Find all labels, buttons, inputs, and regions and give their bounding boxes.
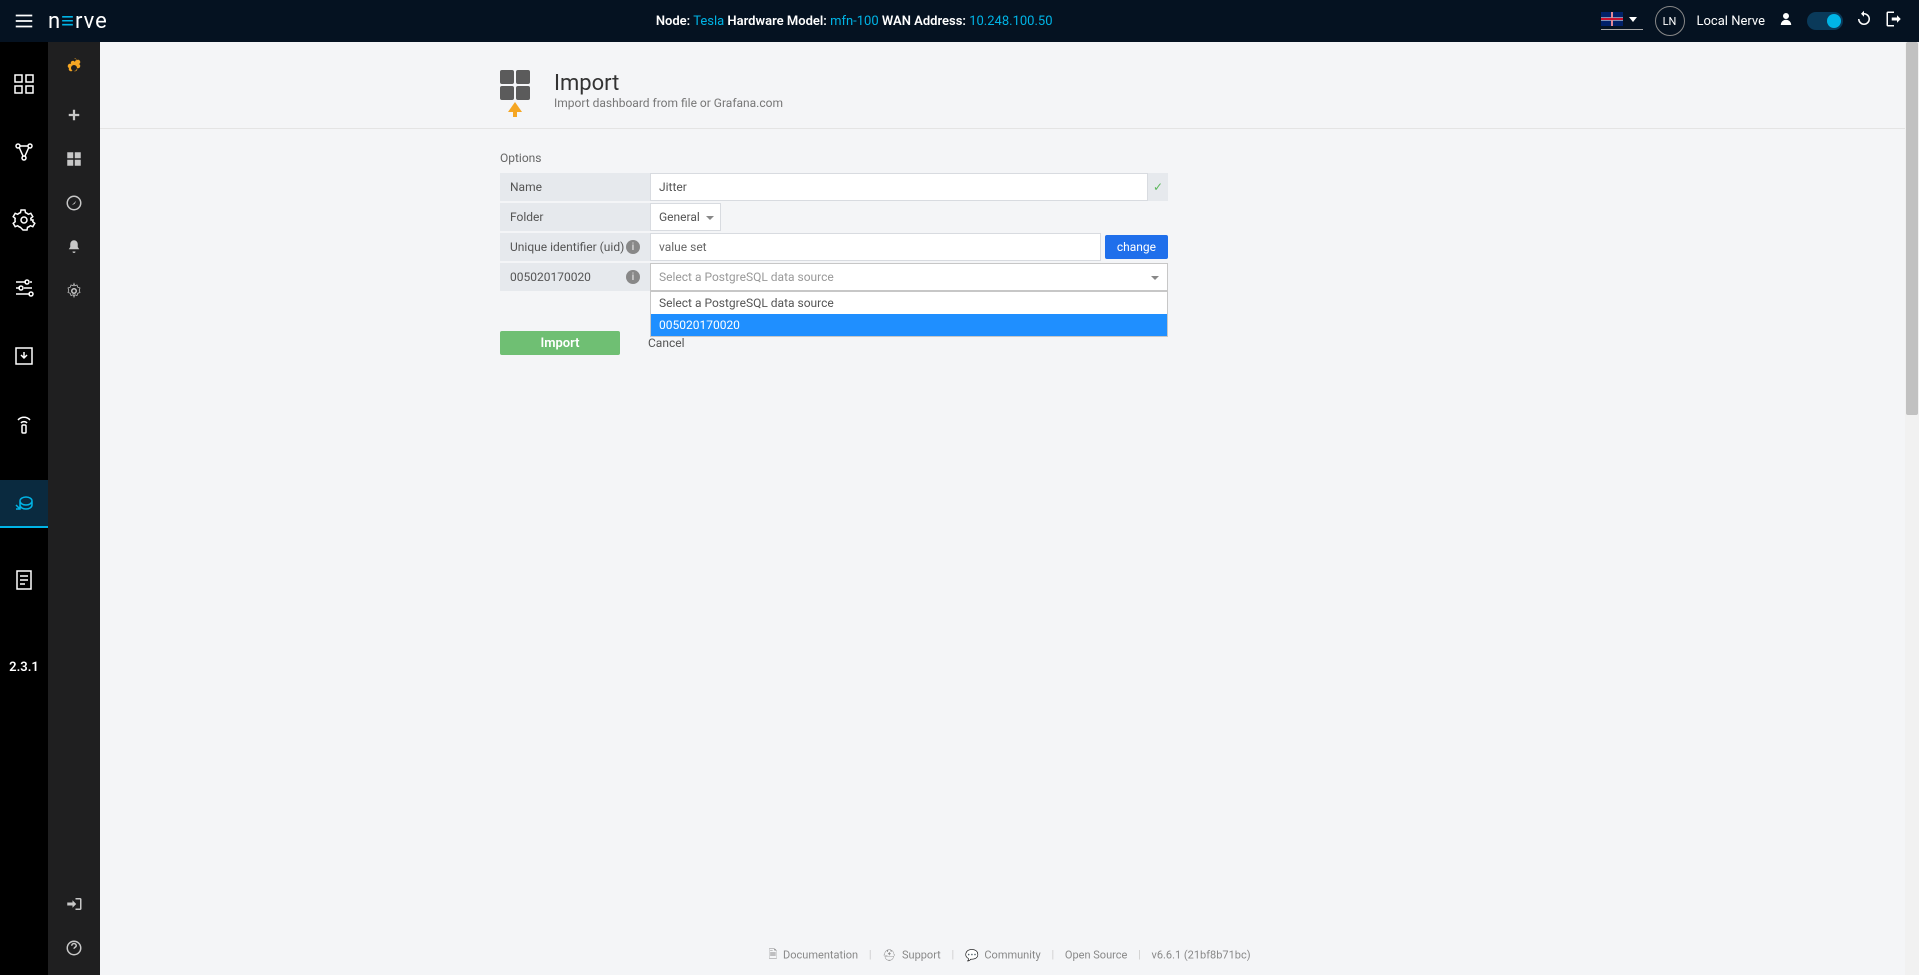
scrollbar[interactable] [1905, 42, 1919, 975]
brand-logo: n≡rve [48, 8, 108, 34]
theme-toggle[interactable] [1807, 12, 1843, 30]
name-input[interactable] [650, 173, 1148, 201]
nav-data-icon[interactable] [0, 480, 48, 528]
grafana-add-icon[interactable] [65, 106, 83, 128]
nav-sliders-icon[interactable] [12, 276, 36, 304]
chevron-down-icon [1151, 276, 1159, 280]
name-label: Name [500, 173, 650, 201]
node-value: Tesla [693, 14, 724, 29]
page-title: Import [554, 71, 783, 96]
datasource-option[interactable]: 005020170020 [651, 314, 1167, 336]
datasource-dropdown: Select a PostgreSQL data source 00502017… [650, 291, 1168, 337]
datasource-label-text: 005020170020 [510, 270, 591, 284]
name-valid-icon: ✓ [1148, 173, 1168, 201]
footer-opensource-link[interactable]: Open Source [1065, 948, 1127, 961]
nav-document-icon[interactable] [12, 568, 36, 596]
nav-remote-icon[interactable] [12, 412, 36, 440]
footer-docs-link[interactable]: Documentation [783, 948, 858, 961]
nav-settings-icon[interactable] [12, 208, 36, 236]
options-section-label: Options [500, 151, 1168, 165]
primary-nav: 2.3.1 [0, 42, 48, 975]
grafana-dashboards-icon[interactable] [65, 150, 83, 172]
topbar: n≡rve Node: Tesla Hardware Model: mfn-10… [0, 0, 1919, 42]
content: Import Import dashboard from file or Gra… [100, 42, 1919, 355]
grafana-explore-icon[interactable] [65, 194, 83, 216]
flag-uk-icon [1601, 12, 1623, 26]
import-form: Options Name ✓ Folder General Unique ide… [500, 129, 1168, 355]
uid-value: value set [650, 233, 1101, 261]
refresh-icon[interactable] [1855, 10, 1873, 32]
datasource-select[interactable]: Select a PostgreSQL data source [650, 263, 1168, 291]
footer-support-link[interactable]: Support [902, 948, 941, 961]
user-icon[interactable] [1777, 10, 1795, 32]
uid-label-text: Unique identifier (uid) [510, 240, 624, 254]
uid-label: Unique identifier (uid) i [500, 233, 650, 261]
grafana-signin-icon[interactable] [65, 895, 83, 917]
datasource-option[interactable]: Select a PostgreSQL data source [651, 292, 1167, 314]
footer-community-link[interactable]: Community [984, 948, 1040, 961]
uid-row: Unique identifier (uid) i value set chan… [500, 233, 1168, 261]
folder-select[interactable]: General [650, 203, 721, 231]
footer: 🗎 Documentation | ⛑ Support | 💬 Communit… [100, 946, 1919, 965]
scrollbar-thumb[interactable] [1906, 42, 1918, 415]
info-icon[interactable]: i [626, 270, 640, 284]
user-initials-badge[interactable]: LN [1655, 6, 1685, 36]
wan-label: WAN Address: [882, 14, 966, 29]
folder-label: Folder [500, 203, 650, 231]
datasource-row: 005020170020 i Select a PostgreSQL data … [500, 263, 1168, 291]
page-subtitle: Import dashboard from file or Grafana.co… [554, 96, 783, 110]
nav-download-icon[interactable] [12, 344, 36, 372]
logout-icon[interactable] [1885, 10, 1903, 32]
footer-version: v6.6.1 (21bf8b71bc) [1152, 948, 1251, 961]
grafana-gear-icon[interactable] [65, 282, 83, 304]
hw-label: Hardware Model: [727, 14, 826, 29]
page-header: Import Import dashboard from file or Gra… [500, 42, 1200, 128]
community-icon: 💬 [965, 949, 979, 962]
wan-value: 10.248.100.50 [969, 14, 1052, 29]
chevron-down-icon [1629, 17, 1637, 22]
node-label: Node: [656, 14, 690, 29]
chevron-down-icon [706, 216, 714, 220]
datasource-placeholder: Select a PostgreSQL data source [659, 270, 834, 284]
cancel-link[interactable]: Cancel [648, 336, 685, 350]
topbar-info: Node: Tesla Hardware Model: mfn-100 WAN … [108, 14, 1601, 29]
nav-dashboard-icon[interactable] [12, 72, 36, 100]
grafana-alert-icon[interactable] [65, 238, 83, 260]
folder-value: General [659, 210, 700, 224]
grafana-help-icon[interactable] [65, 939, 83, 961]
grafana-nav [48, 42, 100, 975]
import-page-icon [500, 70, 540, 110]
import-button[interactable]: Import [500, 331, 620, 355]
hw-value: mfn-100 [830, 14, 879, 29]
version-label: 2.3.1 [9, 660, 39, 675]
change-button[interactable]: change [1105, 235, 1168, 259]
name-row: Name ✓ [500, 173, 1168, 201]
info-icon[interactable]: i [626, 240, 640, 254]
grafana-logo-icon[interactable] [62, 56, 86, 84]
doc-icon: 🗎 [768, 946, 777, 965]
language-selector[interactable] [1601, 12, 1643, 30]
nav-network-icon[interactable] [12, 140, 36, 168]
menu-toggle[interactable] [0, 10, 48, 32]
datasource-label: 005020170020 i [500, 263, 650, 291]
support-icon: ⛑ [882, 949, 896, 962]
folder-row: Folder General [500, 203, 1168, 231]
local-nerve-label: Local Nerve [1697, 14, 1765, 29]
